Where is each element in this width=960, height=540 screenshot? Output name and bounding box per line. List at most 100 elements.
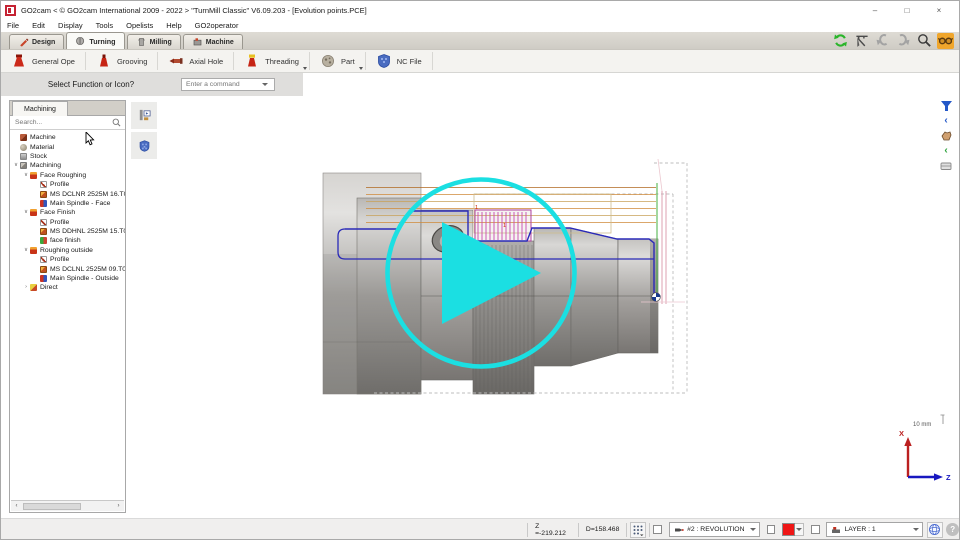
grooving-button[interactable]: Grooving [86, 50, 157, 72]
tree-item-label: Profile [50, 181, 69, 188]
general-ope-button[interactable]: General Ope [1, 50, 85, 72]
tree-item-icon [30, 172, 37, 179]
view-sphere-button[interactable] [927, 522, 943, 538]
machining-tree: Machine Material Stock ∨ Machining ∨ F [10, 131, 125, 499]
tree-horizontal-scrollbar[interactable]: ‹ › [11, 500, 124, 511]
chevron-down-icon[interactable] [750, 528, 756, 531]
tree-item[interactable]: ∨ Face Finish [10, 208, 125, 217]
tree-item[interactable]: ∨ Face Roughing [10, 171, 125, 180]
tree-item[interactable]: Main Spindle - Outside [10, 274, 125, 283]
filter-icon[interactable] [939, 99, 953, 112]
menu-item[interactable]: File [7, 21, 19, 30]
tree-item[interactable]: Main Spindle - Face [10, 199, 125, 208]
scroll-left-icon[interactable]: ‹ [11, 501, 22, 511]
tab-machining-panel[interactable]: Machining [12, 101, 68, 116]
current-color-swatch[interactable] [782, 523, 795, 536]
color-checkbox[interactable] [767, 525, 776, 534]
scale-label: 10 mm [913, 422, 931, 428]
tree-item[interactable]: › Direct [10, 283, 125, 292]
search-input[interactable] [10, 119, 112, 126]
close-button[interactable]: × [923, 1, 955, 19]
viewport-3d[interactable]: 1 1 [127, 96, 935, 518]
previous-green-icon[interactable]: ‹ [939, 144, 953, 157]
module-tab-strip: Design Turning Milling Machine [1, 32, 959, 49]
tab-milling[interactable]: Milling [127, 34, 181, 49]
axis-indicator: 10 mm X Z [886, 413, 956, 488]
grid-snap-button[interactable] [630, 522, 646, 538]
simulation-button[interactable] [131, 102, 157, 129]
scroll-right-icon[interactable]: › [113, 501, 124, 511]
tree-chevron-icon[interactable]: ∨ [22, 246, 30, 255]
tab-design[interactable]: Design [9, 34, 64, 49]
tree-item[interactable]: Profile [10, 180, 125, 189]
ribbon-button-label: Grooving [117, 57, 147, 66]
part-menu-caret[interactable] [359, 67, 363, 70]
nc-shield-button[interactable] [131, 132, 157, 159]
caliper-measure-icon[interactable] [853, 33, 870, 49]
tree-chevron-icon[interactable]: › [22, 283, 30, 292]
tree-item[interactable]: Profile [10, 218, 125, 227]
previous-blue-icon[interactable]: ‹ [939, 114, 953, 127]
tree-item[interactable]: Material [10, 142, 125, 151]
tree-item-label: Machining [30, 162, 61, 169]
minimize-button[interactable]: – [859, 1, 891, 19]
command-combobox[interactable] [181, 78, 275, 91]
tray-icon[interactable] [939, 159, 953, 172]
zoom-icon[interactable] [916, 33, 933, 49]
simulation-icon [137, 108, 152, 123]
part-button[interactable]: Part [310, 50, 365, 72]
menu-item[interactable]: Help [166, 21, 181, 30]
spindle-checkbox[interactable] [653, 525, 662, 534]
spindle-combobox[interactable]: #2 : REVOLUTION [669, 522, 760, 537]
threading-button[interactable]: Threading [234, 50, 309, 72]
tree-item[interactable]: ∨ Roughing outside [10, 246, 125, 255]
tree-chevron-icon[interactable]: ∨ [12, 161, 20, 170]
tree-item-label: MS DDHNL 2525M 15.T00 [50, 228, 125, 235]
tree-item-icon [40, 228, 47, 235]
tab-machine[interactable]: Machine [183, 34, 243, 49]
layer-checkbox[interactable] [811, 525, 820, 534]
menu-item[interactable]: GO2operator [195, 21, 239, 30]
search-icon [112, 118, 121, 127]
command-input[interactable] [182, 79, 262, 90]
layer-combobox[interactable]: LAYER : 1 [826, 522, 923, 537]
tab-label: Design [32, 39, 55, 46]
app-window: GO2cam < © GO2cam International 2009 - 2… [0, 0, 960, 540]
help-button[interactable]: ? [946, 523, 959, 536]
tree-chevron-icon[interactable]: ∨ [22, 208, 30, 217]
tree-item-label: Profile [50, 256, 69, 263]
part-icon [320, 53, 336, 69]
tree-item[interactable]: Stock [10, 152, 125, 161]
tab-label: Milling [150, 39, 172, 46]
tree-item[interactable]: MS DCLNL 2525M 09.T00 [10, 264, 125, 273]
ribbon-button-label: NC File [397, 57, 422, 66]
axial-hole-button[interactable]: Axial Hole [158, 50, 233, 72]
menu-item[interactable]: Edit [32, 21, 45, 30]
chevron-down-icon[interactable] [913, 528, 919, 531]
undo-icon[interactable] [874, 33, 891, 49]
title-bar: GO2cam < © GO2cam International 2009 - 2… [1, 1, 959, 19]
nc-file-button[interactable]: NC File [366, 50, 432, 72]
tree-item-label: Main Spindle - Outside [50, 275, 119, 282]
tree-item[interactable]: ∨ Machining [10, 161, 125, 170]
tab-turning[interactable]: Turning [66, 32, 124, 49]
tree-chevron-icon[interactable]: ∨ [22, 171, 30, 180]
tree-item[interactable]: Machine [10, 133, 125, 142]
view-glasses-icon[interactable] [937, 33, 954, 49]
threading-menu-caret[interactable] [303, 67, 307, 70]
menu-item[interactable]: Tools [96, 21, 114, 30]
scrollbar-thumb[interactable] [23, 503, 81, 510]
touch-hand-icon[interactable] [939, 129, 953, 142]
menu-item[interactable]: Opelists [126, 21, 153, 30]
refresh-icon[interactable] [832, 33, 849, 49]
tree-item[interactable]: MS DCLNR 2525M 16.T00 [10, 189, 125, 198]
tree-item[interactable]: face finish [10, 236, 125, 245]
color-menu-caret[interactable] [795, 523, 804, 536]
tree-item[interactable]: Profile [10, 255, 125, 264]
nc-file-icon [376, 53, 392, 69]
redo-icon[interactable] [895, 33, 912, 49]
tree-item[interactable]: MS DDHNL 2525M 15.T00 [10, 227, 125, 236]
menu-item[interactable]: Display [58, 21, 83, 30]
chevron-down-icon[interactable] [262, 83, 268, 86]
maximize-button[interactable]: □ [891, 1, 923, 19]
